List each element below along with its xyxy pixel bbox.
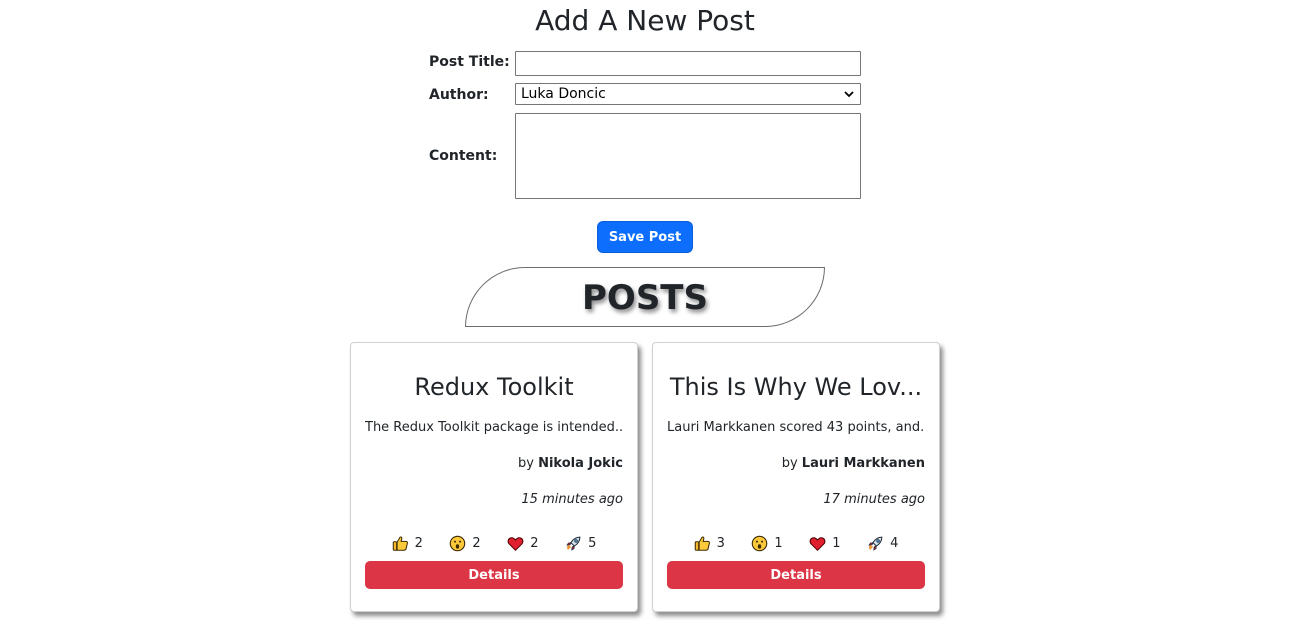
reaction-heart[interactable]: 2	[507, 535, 539, 552]
content-textarea[interactable]	[515, 113, 861, 199]
post-title: Redux Toolkit	[414, 373, 574, 401]
post-card: This Is Why We Lov... Lauri Markkanen sc…	[652, 342, 940, 612]
reaction-count: 2	[530, 535, 539, 551]
post-author-name: Lauri Markkanen	[801, 456, 925, 471]
posts-heading: POSTS	[582, 278, 708, 318]
heart-icon	[809, 536, 826, 551]
wow-face-icon	[752, 535, 768, 551]
reaction-count: 1	[774, 535, 783, 551]
rocket-icon	[868, 536, 883, 551]
post-author-name: Nikola Jokic	[538, 456, 623, 471]
reaction-bar: 2 2 2 5	[365, 532, 623, 554]
reaction-thumbs-up[interactable]: 2	[392, 535, 423, 552]
post-author: by Nikola Jokic	[518, 454, 623, 474]
author-label: Author:	[429, 87, 489, 103]
post-author-by: by	[781, 456, 798, 471]
author-select[interactable]: Luka Doncic	[515, 83, 861, 105]
reaction-rocket[interactable]: 5	[565, 535, 596, 552]
page-title: Add A New Post	[535, 4, 755, 37]
reaction-wow[interactable]: 2	[449, 535, 481, 552]
reaction-count: 1	[832, 535, 841, 551]
reaction-count: 3	[716, 535, 725, 551]
post-card: Redux Toolkit The Redux Toolkit package …	[350, 342, 638, 612]
reaction-bar: 3 1 1 4	[667, 532, 925, 554]
post-timestamp: 17 minutes ago	[823, 492, 925, 507]
post-excerpt: Lauri Markkanen scored 43 points, and...	[667, 420, 925, 435]
post-author: by Lauri Markkanen	[782, 454, 925, 474]
chevron-down-icon	[844, 91, 854, 98]
reaction-wow[interactable]: 1	[751, 535, 783, 552]
post-excerpt: The Redux Toolkit package is intended...	[365, 420, 623, 435]
save-post-button[interactable]: Save Post	[597, 221, 693, 253]
details-button[interactable]: Details	[365, 561, 623, 589]
post-timestamp: 15 minutes ago	[521, 492, 623, 507]
post-title: This Is Why We Lov...	[669, 373, 923, 401]
reaction-count: 2	[414, 535, 423, 551]
heart-icon	[507, 536, 524, 551]
reaction-count: 2	[472, 535, 481, 551]
post-title-input[interactable]	[515, 51, 861, 76]
thumbs-up-icon	[392, 536, 408, 551]
wow-face-icon	[450, 535, 466, 551]
details-button[interactable]: Details	[667, 561, 925, 589]
reaction-count: 4	[890, 535, 899, 551]
reaction-count: 5	[588, 535, 597, 551]
reaction-heart[interactable]: 1	[809, 535, 841, 552]
content-label: Content:	[429, 148, 498, 164]
post-author-by: by	[518, 456, 534, 471]
rocket-icon	[566, 536, 581, 551]
author-select-value: Luka Doncic	[521, 86, 606, 102]
reaction-rocket[interactable]: 4	[867, 535, 898, 552]
thumbs-up-icon	[694, 536, 710, 551]
post-title-label: Post Title:	[429, 54, 510, 70]
reaction-thumbs-up[interactable]: 3	[694, 535, 725, 552]
